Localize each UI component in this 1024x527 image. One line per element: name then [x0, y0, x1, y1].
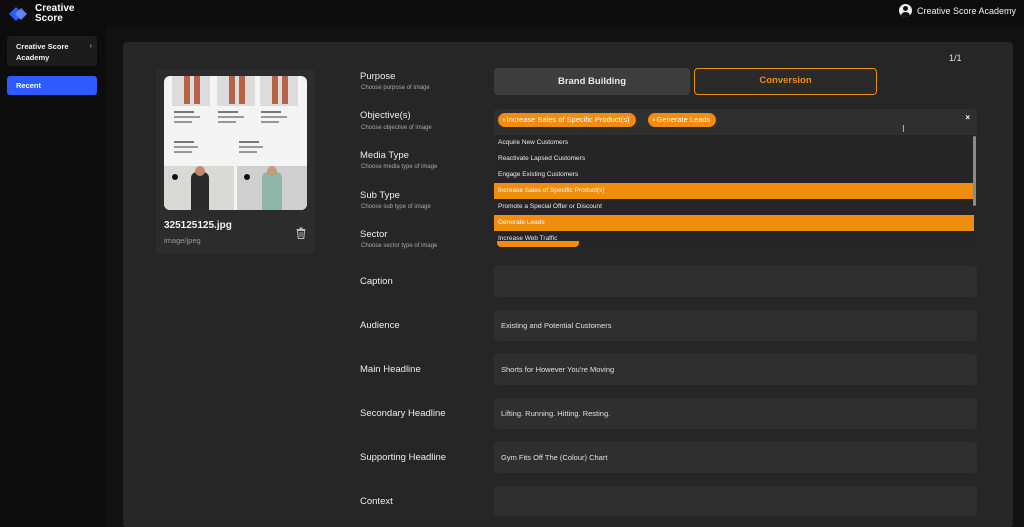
image-filename: 325125125.jpg [164, 220, 232, 231]
top-bar: Creative Score Creative Score Academy [0, 0, 1024, 27]
objectives-help: Choose objective of image [361, 125, 432, 131]
purpose-option-brand-building[interactable]: Brand Building [494, 68, 690, 95]
main-headline-field[interactable]: Shorts for However You're Moving [494, 354, 977, 385]
main-headline-label: Main Headline [360, 364, 421, 375]
image-mimetype: image/jpeg [164, 236, 201, 245]
account-name: Creative Score Academy [916, 5, 1016, 16]
dropdown-scrollbar[interactable] [973, 136, 976, 206]
page-counter: 1/1 [949, 53, 962, 63]
creative-score-logo-icon [9, 7, 27, 21]
text-cursor-icon: I [902, 124, 905, 135]
sub-type-help: Choose sub type of image [361, 204, 431, 210]
sector-chip-partial [497, 241, 579, 247]
purpose-help: Choose purpose of image [361, 85, 430, 91]
sub-type-label: Sub Type [360, 190, 400, 201]
sector-label: Sector [360, 229, 388, 240]
app-window: Creative Score Creative Score Academy Cr… [0, 0, 1024, 527]
image-thumbnail[interactable] [164, 76, 307, 210]
objective-chip[interactable]: ×Generate Leads [648, 113, 717, 127]
objectives-label: Objective(s) [360, 110, 411, 121]
sidebar-item-label: Creative Score Academy [16, 42, 69, 62]
audience-field[interactable]: Existing and Potential Customers [494, 310, 977, 341]
chip-remove-icon[interactable]: × [502, 118, 506, 124]
caption-field[interactable] [494, 266, 977, 297]
sidebar: Creative Score Academy › Recent [0, 27, 106, 527]
sidebar-item-recent[interactable]: Recent [7, 76, 97, 95]
sector-help: Choose sector type of image [361, 243, 438, 249]
dropdown-option[interactable]: Engage Existing Customers [494, 167, 974, 183]
account-menu[interactable]: Creative Score Academy [898, 4, 1016, 17]
objective-chip[interactable]: ×Increase Sales of Specific Product(s) [498, 113, 636, 127]
purpose-label: Purpose [360, 71, 396, 82]
dropdown-option[interactable]: Promote a Special Offer or Discount [494, 199, 974, 215]
supporting-headline-label: Supporting Headline [360, 452, 447, 463]
clear-selection-icon[interactable]: × [965, 113, 970, 122]
supporting-headline-field[interactable]: Gym Fits Off The (Colour) Chart [494, 442, 977, 473]
dropdown-option[interactable]: Acquire New Customers [494, 135, 974, 151]
media-type-label: Media Type [360, 150, 409, 161]
chevron-right-icon: › [89, 43, 92, 50]
caption-label: Caption [360, 276, 393, 287]
audience-label: Audience [360, 320, 400, 331]
brand-logo[interactable]: Creative Score [7, 3, 95, 25]
dropdown-option-selected[interactable]: Generate Leads [494, 215, 974, 231]
media-type-help: Choose media type of image [361, 164, 438, 170]
chip-remove-icon[interactable]: × [652, 118, 656, 124]
brand-name: Creative Score [35, 3, 75, 24]
dropdown-option-selected[interactable]: Increase Sales of Specific Product(s) [494, 183, 974, 199]
user-avatar-icon [898, 4, 912, 17]
secondary-headline-label: Secondary Headline [360, 408, 446, 419]
context-label: Context [360, 496, 393, 507]
trash-icon[interactable] [296, 227, 306, 239]
dropdown-option[interactable]: Reactivate Lapsed Customers [494, 151, 974, 167]
sidebar-item-workspace[interactable]: Creative Score Academy › [7, 36, 97, 66]
purpose-option-conversion[interactable]: Conversion [694, 68, 877, 95]
context-field[interactable] [494, 486, 977, 516]
objectives-dropdown-list: Acquire New Customers Reactivate Lapsed … [494, 135, 977, 245]
secondary-headline-field[interactable]: Lifting. Running. Hitting. Resting. [494, 398, 977, 429]
